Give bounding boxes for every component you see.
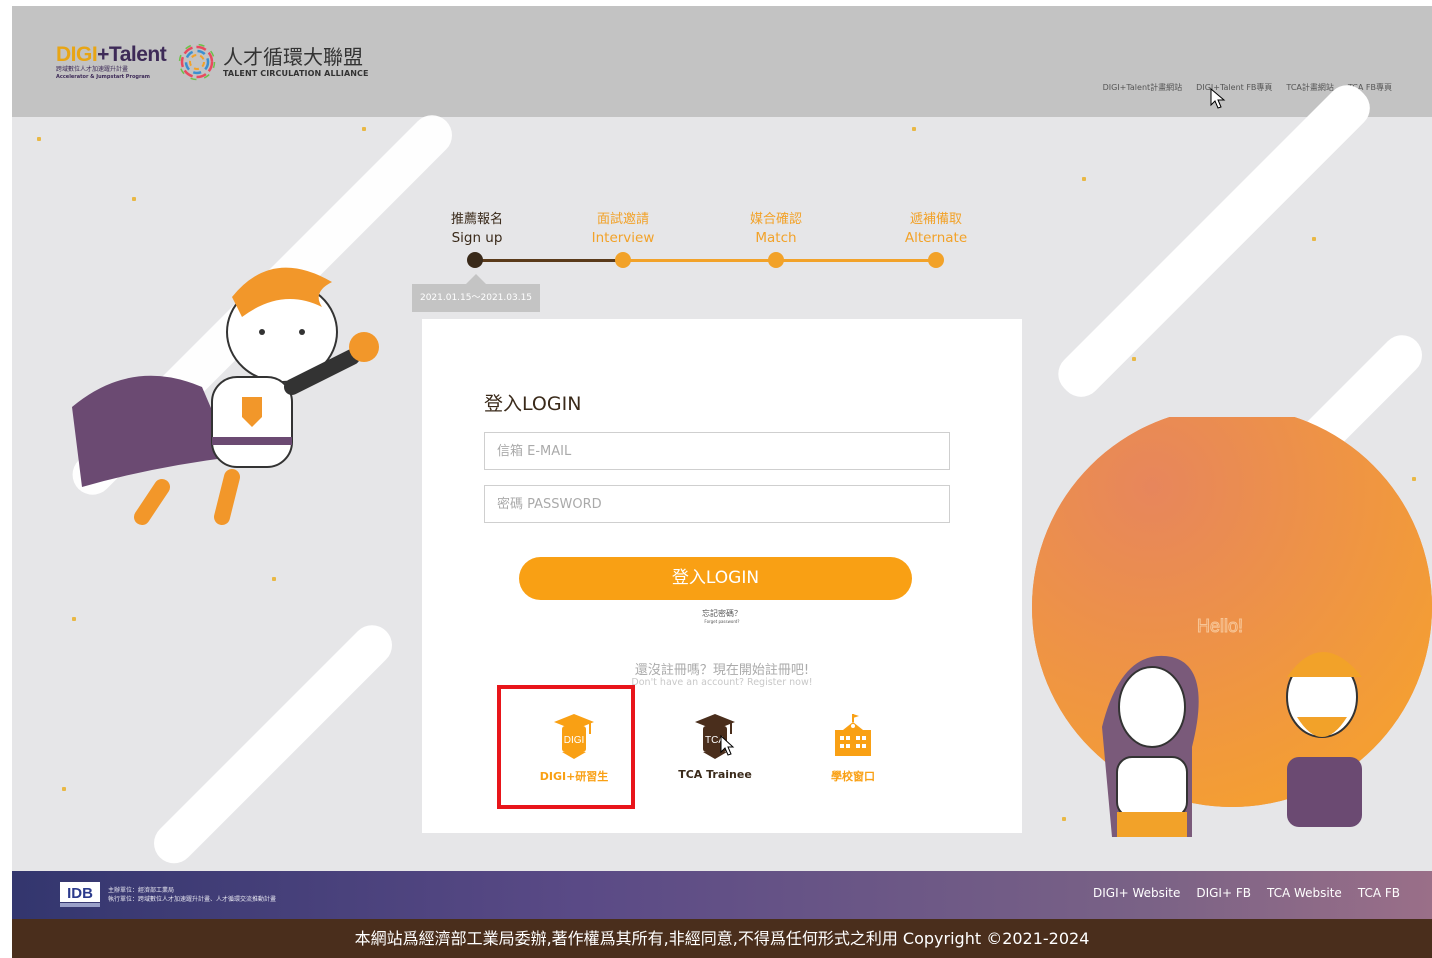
svg-text:IDB: IDB (67, 885, 93, 902)
confetti (132, 197, 136, 201)
register-prompt-zh: 還沒註冊嗎？現在開始註冊吧! (634, 663, 810, 678)
progress-track-done (474, 259, 624, 262)
digi-logo-sub-zh: 跨域數位人才加速躍升計畫 (56, 66, 129, 73)
idb-logo[interactable]: IDB (60, 882, 100, 908)
step-signup: 推薦報名 Sign up (432, 210, 522, 248)
digi-logo-sub-en: Accelerator & Jumpstart Program (56, 74, 151, 80)
confetti (37, 137, 41, 141)
forgot-password-link[interactable]: 忘記密碼？ Forget password? (422, 609, 1022, 629)
step-match: 媒合確認 Match (731, 210, 821, 248)
digi-talent-logo[interactable]: DIGI+Talent 跨域數位人才加速躍升計畫 Accelerator & J… (56, 43, 167, 81)
step-alternate: 遞補備取 Alternate (891, 210, 981, 248)
step-dot-alternate (928, 252, 944, 268)
confetti (62, 787, 66, 791)
confetti (1132, 357, 1136, 361)
role-tca-label: TCA Trainee (678, 768, 752, 781)
confetti (912, 127, 916, 131)
organizer-line1: 主辦單位：經濟部工業局 (108, 887, 175, 894)
date-range-text: 2021.01.15～2021.03.15 (419, 293, 533, 303)
confetti (272, 577, 276, 581)
step-signup-zh: 推薦報名 (450, 212, 503, 227)
footer-digi-fb[interactable]: DIGI+ FB (1196, 886, 1251, 900)
email-placeholder: 信箱 E-MAIL (497, 444, 572, 459)
confetti (1082, 177, 1086, 181)
superhero-illustration (72, 267, 379, 525)
step-dot-signup (467, 252, 483, 268)
organizer-line2: 執行單位：跨域數位人才加速躍升計畫、人才循環交流推動計畫 (108, 896, 277, 903)
confetti (1312, 237, 1316, 241)
hero-scene: Hello! 推薦報名 Sign up 面試邀請 Interview 媒合確認 … (12, 77, 1432, 872)
decor-stripe (1050, 77, 1379, 406)
step-alternate-zh: 遞補備取 (909, 212, 962, 227)
step-match-en: Match (755, 230, 797, 246)
email-field[interactable]: 信箱 E-MAIL (484, 432, 950, 470)
page-frame: DIGI+Talent 跨域數位人才加速躍升計畫 Accelerator & J… (12, 6, 1432, 958)
digi-logo-prefix: DIGI (56, 43, 98, 66)
step-interview-en: Interview (591, 230, 655, 246)
step-match-zh: 媒合確認 (749, 212, 802, 227)
forgot-password-en: Forget password? (704, 619, 740, 624)
decor-stripe (145, 617, 401, 872)
role-tca-trainee[interactable]: TCA TCA Trainee (660, 712, 770, 781)
footer-nav: DIGI+ Website DIGI+ FB TCA Website TCA F… (1093, 886, 1400, 900)
login-button[interactable]: 登入LOGIN (519, 557, 912, 600)
confetti (362, 127, 366, 131)
tca-logo[interactable]: 人才循環大聯盟 TALENT CIRCULATION ALLIANCE (177, 42, 387, 84)
digi-logo-suffix: +Talent (97, 43, 167, 66)
nav-digi-website[interactable]: DIGI+Talent計畫網站 (1103, 82, 1183, 93)
footer-tca-fb[interactable]: TCA FB (1358, 886, 1400, 900)
login-title: 登入LOGIN (484, 393, 582, 415)
footer-tca-website[interactable]: TCA Website (1267, 886, 1342, 900)
nav-tca-website[interactable]: TCA計畫網站 (1286, 82, 1333, 93)
footer-digi-website[interactable]: DIGI+ Website (1093, 886, 1180, 900)
site-header: DIGI+Talent 跨域數位人才加速躍升計畫 Accelerator & J… (12, 6, 1432, 117)
planet-illustration: Hello! (1032, 417, 1432, 837)
svg-text:Hello!: Hello! (1197, 616, 1243, 636)
password-field[interactable]: 密碼 PASSWORD (484, 485, 950, 523)
tca-logo-subtitle: TALENT CIRCULATION ALLIANCE (223, 69, 369, 78)
step-alternate-en: Alternate (904, 230, 968, 246)
nav-digi-fb[interactable]: DIGI+Talent FB專頁 (1196, 82, 1272, 93)
mouse-cursor-icon (1210, 88, 1226, 109)
organizer-info: 主辦單位：經濟部工業局 執行單位：跨域數位人才加速躍升計畫、人才循環交流推動計畫 (108, 886, 276, 904)
footer-bar: IDB 主辦單位：經濟部工業局 執行單位：跨域數位人才加速躍升計畫、人才循環交流… (12, 871, 1432, 919)
password-placeholder: 密碼 PASSWORD (497, 497, 602, 512)
graduation-cap-icon: TCA (695, 714, 735, 759)
step-dot-match (768, 252, 784, 268)
date-range-tooltip: 2021.01.15～2021.03.15 (412, 274, 540, 312)
confetti (72, 617, 76, 621)
role-school-label: 學校窗口 (831, 770, 875, 783)
role-school-contact[interactable]: 學校窗口 (798, 712, 908, 784)
copyright-bar: 本網站爲經濟部工業局委辦,著作權爲其所有,非經同意,不得爲任何形式之利用 Cop… (12, 919, 1432, 958)
highlight-box (497, 685, 635, 809)
step-interview: 面試邀請 Interview (578, 210, 668, 248)
school-icon (835, 714, 871, 756)
tca-ring-icon (178, 43, 216, 81)
tca-logo-title: 人才循環大聯盟 (223, 45, 363, 69)
step-dot-interview (615, 252, 631, 268)
step-interview-zh: 面試邀請 (596, 212, 649, 227)
step-signup-en: Sign up (451, 230, 503, 246)
forgot-password-zh: 忘記密碼？ (702, 609, 742, 618)
